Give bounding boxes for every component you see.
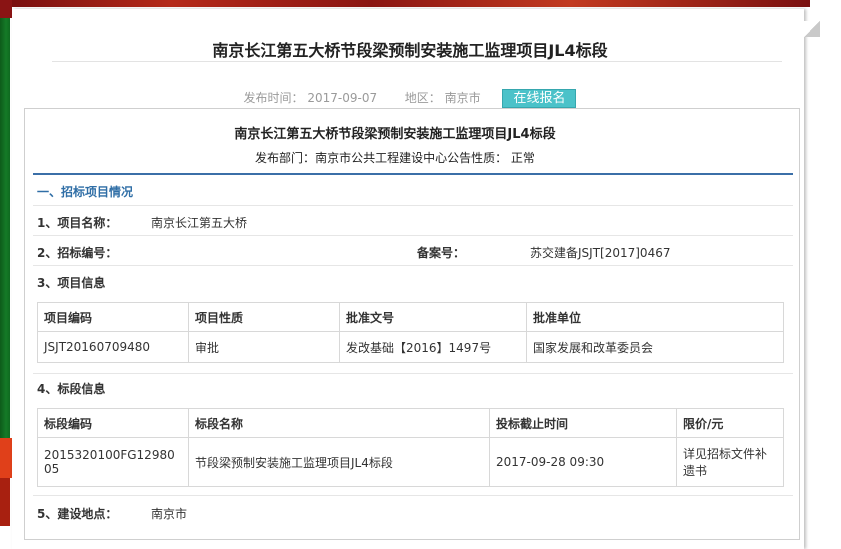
table-header: 标段编码 <box>37 408 189 438</box>
table-header: 投标截止时间 <box>489 408 677 438</box>
row-divider <box>33 265 793 266</box>
location-value: 南京市 <box>151 507 188 521</box>
dept-value: 南京市公共工程建设中心 <box>315 151 448 165</box>
table-row: JSJT20160709480 审批 发改基础【2016】1497号 国家发展和… <box>37 331 784 363</box>
project-info-table: 项目编码 项目性质 批准文号 批准单位 JSJT20160709480 审批 发… <box>37 302 784 363</box>
location-label: 5、建设地点： <box>37 507 118 521</box>
table-cell: 审批 <box>188 331 340 363</box>
table-cell: 发改基础【2016】1497号 <box>339 331 527 363</box>
table-cell: 2015320100FG12980 05 <box>37 437 189 487</box>
dept-label: 发布部门： <box>255 151 316 165</box>
record-no-value: 苏交建备JSJT[2017]0467 <box>530 246 671 260</box>
side-decoration <box>0 478 10 526</box>
table-cell: JSJT20160709480 <box>37 331 189 363</box>
row-divider <box>33 495 793 496</box>
section-divider <box>33 173 793 175</box>
table-header: 批准单位 <box>526 302 784 332</box>
table-header: 项目性质 <box>188 302 340 332</box>
notice-title: 南京长江第五大桥节段梁预制安装施工监理项目JL4标段 <box>234 127 556 142</box>
tender-no-label: 2、招标编号： <box>37 246 118 260</box>
top-banner <box>12 0 810 7</box>
notice-body: 南京长江第五大桥节段梁预制安装施工监理项目JL4标段 发布部门：南京市公共工程建… <box>24 108 800 540</box>
table-header: 批准文号 <box>339 302 527 332</box>
table-cell: 2017-09-28 09:30 <box>489 437 677 487</box>
table-header: 项目编码 <box>37 302 189 332</box>
title-divider <box>52 61 782 62</box>
project-name-value: 南京长江第五大桥 <box>151 216 248 230</box>
table-header: 限价/元 <box>676 408 784 438</box>
side-decoration <box>0 18 10 438</box>
page-title: 南京长江第五大桥节段梁预制安装施工监理项目JL4标段 <box>212 41 608 60</box>
online-signup-button[interactable]: 在线报名 <box>502 89 577 108</box>
lot-info-label: 4、标段信息 <box>37 382 106 396</box>
table-cell: 节段梁预制安装施工监理项目JL4标段 <box>188 437 490 487</box>
row-divider <box>33 235 793 236</box>
content-paper: 南京长江第五大桥节段梁预制安装施工监理项目JL4标段 发布时间： 2017-09… <box>12 9 820 549</box>
lot-info-table: 标段编码 标段名称 投标截止时间 限价/元 2015320100FG12980 … <box>37 408 784 487</box>
publish-meta: 发布时间： 2017-09-07 地区： 南京市 在线报名 <box>36 89 784 108</box>
project-name-label: 1、项目名称： <box>37 216 118 230</box>
page-fold-corner <box>804 21 820 37</box>
side-decoration <box>0 0 12 18</box>
row-divider <box>33 373 793 374</box>
row-divider <box>33 205 793 206</box>
table-header-row: 项目编码 项目性质 批准文号 批准单位 <box>37 302 784 332</box>
table-row: 2015320100FG12980 05 节段梁预制安装施工监理项目JL4标段 … <box>37 437 784 487</box>
notice-subtitle: 发布部门：南京市公共工程建设中心公告性质： 正常 <box>25 149 765 166</box>
section-heading: 一、招标项目情况 <box>37 185 134 199</box>
table-header: 标段名称 <box>188 408 490 438</box>
table-cell: 国家发展和改革委员会 <box>526 331 784 363</box>
nature-label: 公告性质： <box>447 151 508 165</box>
project-info-label: 3、项目信息 <box>37 276 106 290</box>
record-no-label: 备案号： <box>417 246 466 260</box>
region-value: 南京市 <box>444 91 481 105</box>
table-header-row: 标段编码 标段名称 投标截止时间 限价/元 <box>37 408 784 438</box>
publish-time: 2017-09-07 <box>307 91 378 105</box>
table-cell: 详见招标文件补遗书 <box>676 437 784 487</box>
publish-time-label: 发布时间： <box>243 91 304 105</box>
side-decoration <box>0 438 12 478</box>
nature-value: 正常 <box>510 151 535 165</box>
region-label: 地区： <box>404 91 441 105</box>
